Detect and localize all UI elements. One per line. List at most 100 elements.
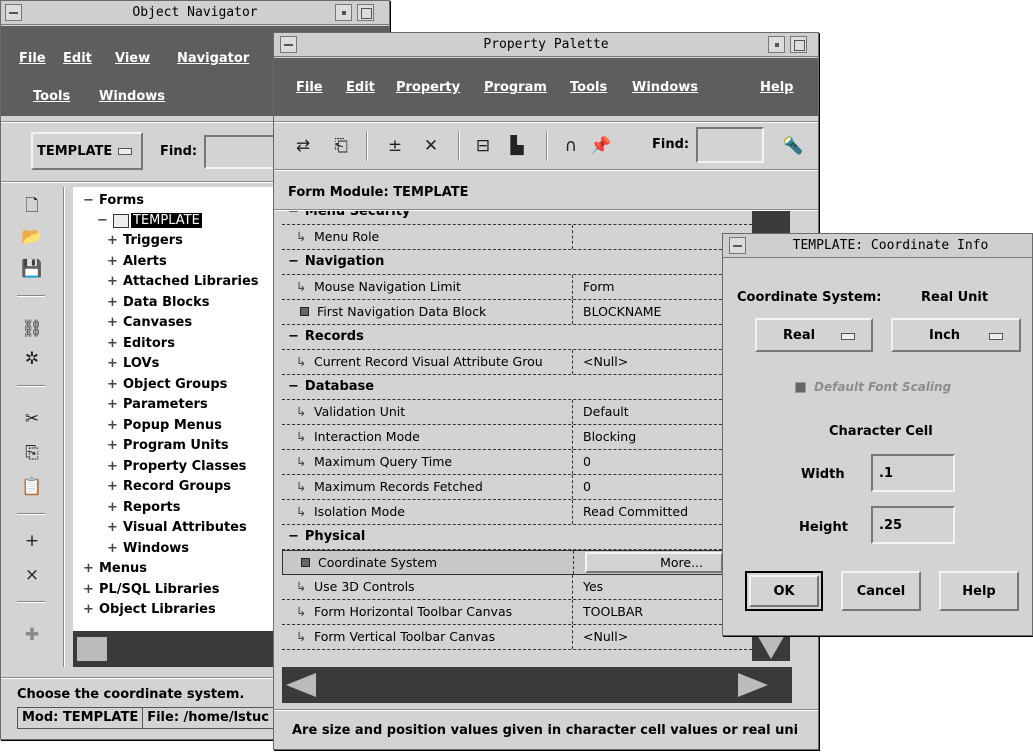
tree-node[interactable]: + Object Groups: [107, 375, 227, 395]
save-icon[interactable]: 💾: [19, 257, 45, 281]
coordinate-system-select[interactable]: Real: [755, 318, 873, 352]
freeze-pin-icon[interactable]: 📌: [588, 133, 614, 159]
maximize-button[interactable]: [357, 4, 374, 21]
property-category[interactable]: − Records: [282, 325, 752, 350]
tree-node[interactable]: + Parameters: [107, 395, 208, 415]
property-category[interactable]: − Menu Security: [282, 211, 752, 225]
scroll-down-icon[interactable]: [756, 633, 786, 659]
menu-edit[interactable]: Edit: [63, 51, 92, 66]
column-divider: [572, 350, 573, 374]
tree-node-forms[interactable]: − Forms: [83, 191, 144, 211]
property-row[interactable]: ↳ Mouse Navigation Limit Form: [282, 275, 752, 300]
intersection-union-icon[interactable]: ∩: [558, 133, 584, 159]
expand-all-icon[interactable]: ✚: [19, 623, 45, 647]
real-unit-select[interactable]: Inch: [891, 318, 1021, 352]
compare-icon[interactable]: ▙: [504, 133, 530, 159]
default-font-scaling-checkbox[interactable]: Default Font Scaling: [795, 380, 951, 394]
tree-node[interactable]: + Object Libraries: [83, 600, 216, 620]
property-row[interactable]: ↳ Menu Role: [282, 225, 752, 250]
tree-node-template[interactable]: − TEMPLATE: [97, 211, 202, 231]
property-category[interactable]: − Database: [282, 375, 752, 400]
title-bar[interactable]: Object Navigator: [1, 1, 389, 25]
property-row[interactable]: ↳ Form Horizontal Toolbar Canvas TOOLBAR: [282, 600, 752, 625]
property-row[interactable]: ↳ Form Vertical Toolbar Canvas <Null>: [282, 625, 752, 650]
property-category[interactable]: − Physical: [282, 525, 752, 550]
menu-windows[interactable]: Windows: [632, 80, 698, 95]
property-row[interactable]: ↳ Maximum Query Time 0: [282, 450, 752, 475]
horizontal-scrollbar[interactable]: [282, 667, 792, 703]
property-row[interactable]: ↳ Current Record Visual Attribute Grou <Nu…: [282, 350, 752, 375]
tree-node[interactable]: + Program Units: [107, 436, 229, 456]
tree-node[interactable]: + Editors: [107, 334, 175, 354]
minimize-button[interactable]: [768, 36, 785, 53]
menu-windows[interactable]: Windows: [99, 89, 165, 104]
run-form-icon[interactable]: ⛓: [19, 317, 45, 341]
maximize-button[interactable]: [790, 36, 807, 53]
debug-icon[interactable]: ✲: [19, 347, 45, 371]
tree-node[interactable]: + Canvases: [107, 313, 192, 333]
menu-view[interactable]: View: [115, 51, 150, 66]
paste-icon[interactable]: 📋: [19, 475, 45, 499]
tree-node[interactable]: + Windows: [107, 539, 189, 559]
property-category[interactable]: − Navigation: [282, 250, 752, 275]
tree-node[interactable]: + PL/SQL Libraries: [83, 580, 219, 600]
minimize-button[interactable]: [335, 4, 352, 21]
copy-icon[interactable]: ⎘: [19, 441, 45, 465]
property-row[interactable]: ↳ Use 3D Controls Yes: [282, 575, 752, 600]
property-row[interactable]: ↳ Validation Unit Default: [282, 400, 752, 425]
menu-help[interactable]: Help: [760, 80, 793, 95]
find-input[interactable]: [204, 135, 284, 169]
help-button[interactable]: Help: [939, 571, 1019, 611]
create-icon[interactable]: +: [19, 529, 45, 553]
menu-edit[interactable]: Edit: [346, 80, 375, 95]
height-input[interactable]: .25: [871, 506, 955, 544]
menu-tools[interactable]: Tools: [570, 80, 607, 95]
tree-node[interactable]: + Property Classes: [107, 457, 246, 477]
tree-node[interactable]: + Visual Attributes: [107, 518, 247, 538]
property-row[interactable]: First Navigation Data Block BLOCKNAME: [282, 300, 752, 325]
tree-node[interactable]: + Alerts: [107, 252, 167, 272]
ok-button[interactable]: OK: [745, 571, 823, 611]
tree-node[interactable]: + Reports: [107, 498, 180, 518]
search-flashlight-icon[interactable]: 🔦: [778, 133, 808, 159]
scroll-right-icon[interactable]: [738, 673, 768, 697]
new-icon[interactable]: 🗋: [19, 195, 45, 219]
add-property-icon[interactable]: ±: [382, 133, 408, 159]
menu-tools[interactable]: Tools: [33, 89, 70, 104]
tree-node[interactable]: + LOVs: [107, 354, 159, 374]
find-label: Find:: [652, 137, 690, 152]
cut-icon[interactable]: ✂: [19, 407, 45, 431]
scroll-left-icon[interactable]: [77, 637, 107, 661]
scroll-left-icon[interactable]: [286, 673, 316, 697]
tree-node[interactable]: + Record Groups: [107, 477, 231, 497]
width-input[interactable]: .1: [871, 454, 955, 492]
property-row[interactable]: Coordinate System More...: [282, 550, 752, 575]
delete-property-icon[interactable]: ✕: [418, 133, 444, 159]
tree-node[interactable]: + Triggers: [107, 231, 183, 251]
tree-node[interactable]: + Popup Menus: [107, 416, 222, 436]
find-input[interactable]: [696, 127, 764, 163]
paste-properties-icon[interactable]: ⎗: [328, 133, 354, 159]
tree-node[interactable]: + Data Blocks: [107, 293, 209, 313]
property-row[interactable]: ↳ Interaction Mode Blocking: [282, 425, 752, 450]
delete-icon[interactable]: ×: [19, 563, 45, 587]
context-select[interactable]: TEMPLATE: [31, 132, 143, 170]
menu-navigator[interactable]: Navigator: [177, 51, 249, 66]
collapse-icon: −: [288, 329, 299, 344]
menu-file[interactable]: File: [296, 80, 323, 95]
menu-bar: File Edit Property Program Tools Windows…: [274, 58, 818, 116]
menu-program[interactable]: Program: [484, 80, 547, 95]
title-bar[interactable]: Property Palette: [274, 33, 818, 57]
tree-node[interactable]: + Attached Libraries: [107, 272, 258, 292]
menu-file[interactable]: File: [19, 51, 46, 66]
inherit-icon[interactable]: ⊟: [470, 133, 496, 159]
property-row[interactable]: ↳ Maximum Records Fetched 0: [282, 475, 752, 500]
menu-property[interactable]: Property: [396, 80, 460, 95]
tree-node[interactable]: + Menus: [83, 559, 147, 579]
copy-properties-icon[interactable]: ⇄: [290, 133, 316, 159]
open-icon[interactable]: 📂: [19, 225, 45, 249]
more-button[interactable]: More...: [585, 552, 723, 573]
title-bar[interactable]: TEMPLATE: Coordinate Info: [723, 234, 1032, 258]
cancel-button[interactable]: Cancel: [841, 571, 921, 611]
property-row[interactable]: ↳ Isolation Mode Read Committed: [282, 500, 752, 525]
